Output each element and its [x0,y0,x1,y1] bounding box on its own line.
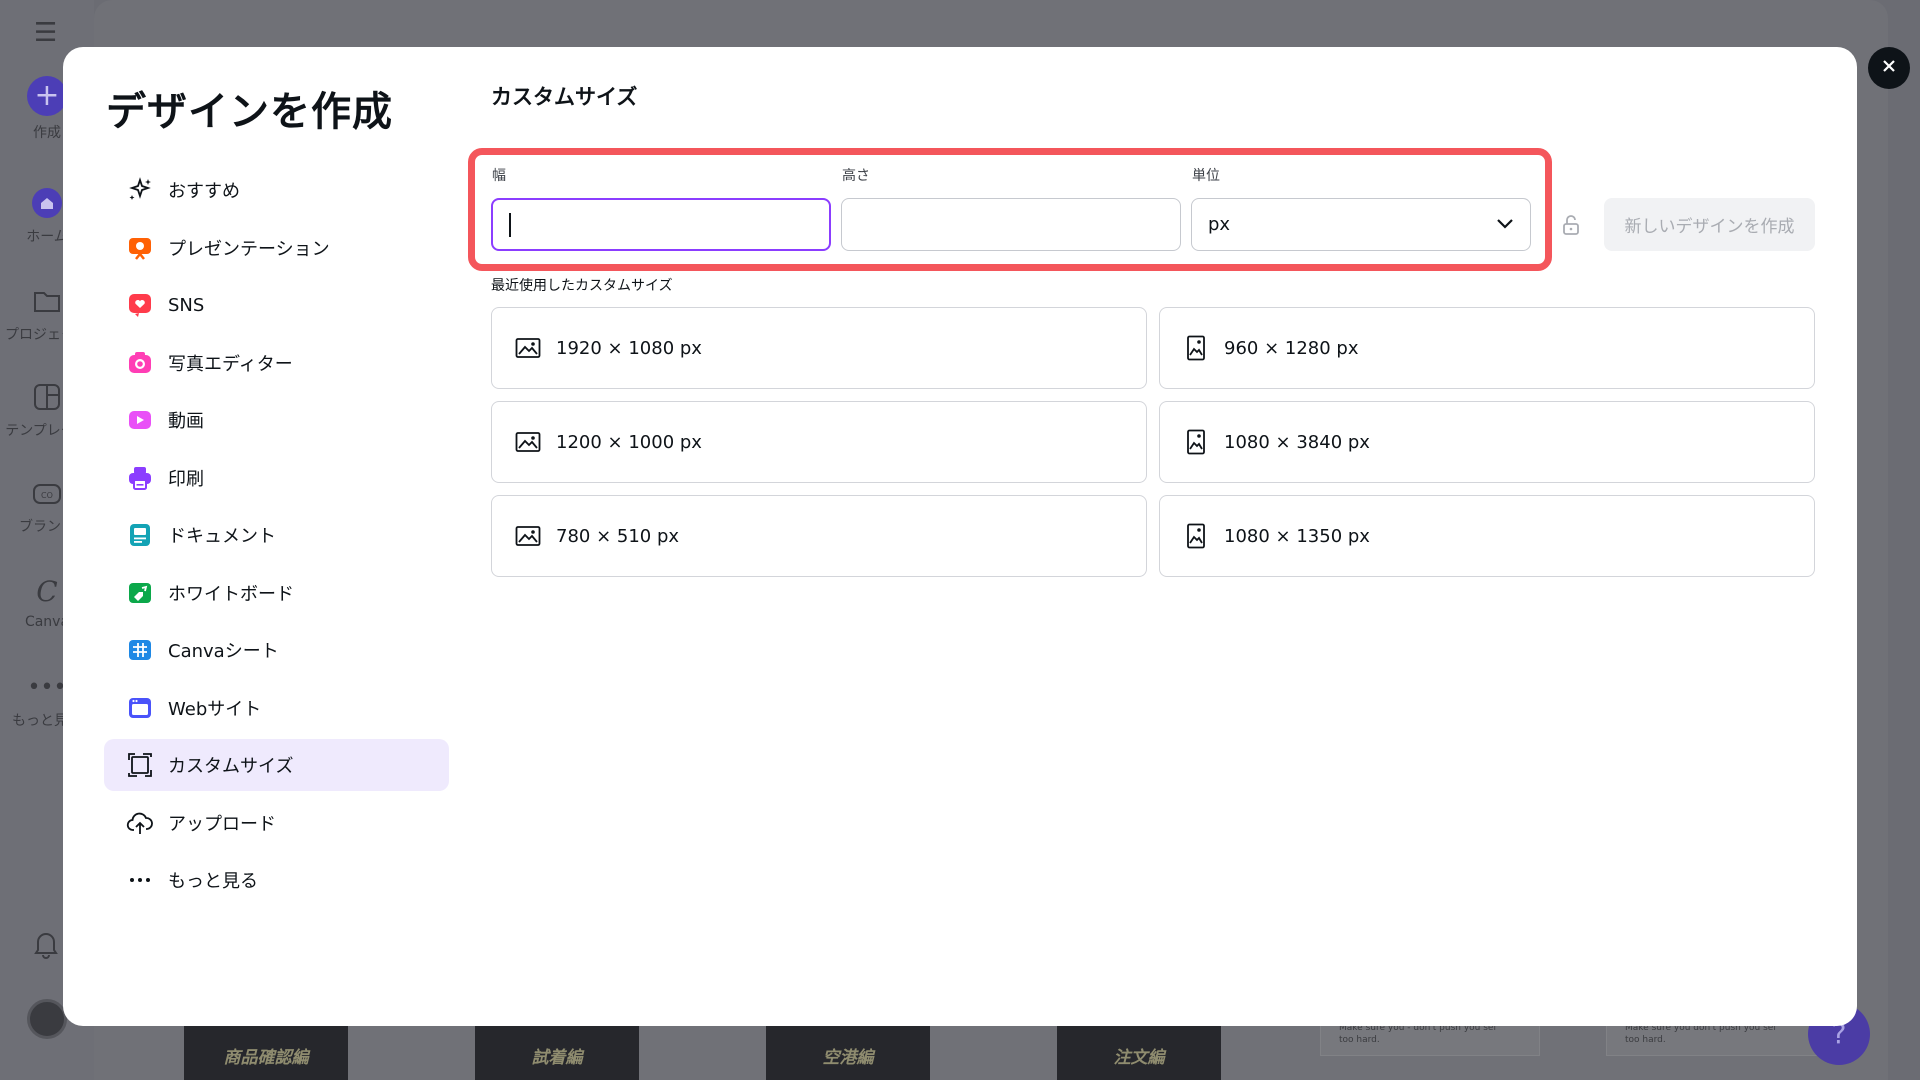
menu-item-upload[interactable]: アップロード [104,797,449,849]
sparkle-icon [126,176,154,204]
template-icon [30,380,64,414]
menu-item-label: ホワイトボード [168,583,294,605]
portrait-image-icon [1182,428,1210,456]
category-menu: おすすめ プレゼンテーション SNS 写真エディター 動画 印刷 ドキュメント … [104,164,449,912]
menu-item-label: 印刷 [168,468,204,490]
brand-icon: CO [30,476,64,510]
document-icon [126,521,154,549]
menu-item-whiteboard[interactable]: ホワイトボード [104,567,449,619]
menu-item-document[interactable]: ドキュメント [104,509,449,561]
bg-thumbnail: 商品確認編 [184,1025,348,1080]
menu-item-more[interactable]: もっと見る [104,854,449,906]
recent-size-card[interactable]: 1200 × 1000 px [491,401,1147,483]
menu-item-presentation[interactable]: プレゼンテーション [104,222,449,274]
menu-item-label: ドキュメント [168,526,276,547]
upload-icon [126,809,154,837]
recent-size-card[interactable]: 1080 × 3840 px [1159,401,1815,483]
recent-size-label: 1200 × 1000 px [556,431,702,453]
avatar [27,999,67,1039]
section-title: カスタムサイズ [491,85,638,109]
recent-size-card[interactable]: 1920 × 1080 px [491,307,1147,389]
more-icon: ••• [27,674,67,700]
folder-icon [30,284,64,318]
recent-size-label: 1080 × 3840 px [1224,431,1370,453]
bg-thumbnail: 注文編 [1057,1025,1221,1080]
whiteboard-icon [126,579,154,607]
menu-item-label: おすすめ [168,181,240,202]
portrait-image-icon [1182,522,1210,550]
bg-thumbnail: 試着編 [475,1025,639,1080]
recent-size-label: 780 × 510 px [556,525,680,547]
recent-sizes-grid: 1920 × 1080 px 960 × 1280 px 1200 × 1000… [491,307,1815,577]
modal-title: デザインを作成 [106,89,393,135]
width-input[interactable] [491,198,831,251]
menu-item-label: SNS [168,294,205,316]
menu-item-website[interactable]: Webサイト [104,682,449,734]
unit-select[interactable]: px [1191,198,1531,251]
recent-size-card[interactable]: 1080 × 1350 px [1159,495,1815,577]
website-icon [126,694,154,722]
menu-item-label: 写真エディター [168,353,293,375]
heart-icon [126,291,154,319]
chevron-down-icon [1496,214,1514,235]
custom-size-icon [126,751,154,779]
menu-item-label: 動画 [168,411,204,432]
bg-nav-label: ホーム [26,229,68,245]
create-new-design-button[interactable]: 新しいデザインを作成 [1604,198,1815,251]
close-button[interactable] [1868,47,1910,89]
more-icon [126,866,154,894]
recent-size-card[interactable]: 780 × 510 px [491,495,1147,577]
menu-item-label: プレゼンテーション [168,238,330,260]
recent-size-label: 960 × 1280 px [1224,337,1359,359]
svg-text:CO: CO [41,491,53,500]
plus-icon: + [27,76,67,116]
presentation-icon [126,234,154,262]
menu-item-sns[interactable]: SNS [104,279,449,331]
canva-icon: C [36,574,58,608]
menu-item-label: Webサイト [168,698,262,720]
video-icon [126,406,154,434]
menu-item-label: アップロード [168,813,276,835]
menu-item-recommended[interactable]: おすすめ [104,164,449,216]
height-input[interactable] [841,198,1181,251]
width-label: 幅 [492,168,506,184]
text-caret [509,212,511,237]
portrait-image-icon [1182,334,1210,362]
menu-item-video[interactable]: 動画 [104,394,449,446]
menu-item-custom-size[interactable]: カスタムサイズ [104,739,449,791]
landscape-image-icon [514,522,542,550]
printer-icon [126,464,154,492]
sheet-icon [126,636,154,664]
bell-icon [30,928,62,964]
unit-select-value: px [1208,214,1231,235]
recent-sizes-label: 最近使用したカスタムサイズ [491,278,673,294]
hamburger-menu-icon: ☰ [34,18,58,48]
unit-label: 単位 [1192,168,1220,184]
recent-size-card[interactable]: 960 × 1280 px [1159,307,1815,389]
landscape-image-icon [514,428,542,456]
aspect-lock-icon[interactable] [1560,212,1582,238]
camera-icon [126,349,154,377]
menu-item-label: Canvaシート [168,641,279,662]
menu-item-photo-editor[interactable]: 写真エディター [104,337,449,389]
bg-thumbnail: 空港編 [766,1025,930,1080]
create-design-modal: デザインを作成 おすすめ プレゼンテーション SNS 写真エディター 動画 印刷… [63,47,1857,1026]
menu-item-print[interactable]: 印刷 [104,452,449,504]
bg-nav-label: 作成 [33,125,61,141]
height-label: 高さ [842,168,870,184]
home-icon [30,186,64,220]
recent-size-label: 1080 × 1350 px [1224,525,1370,547]
menu-item-canva-sheet[interactable]: Canvaシート [104,624,449,676]
recent-size-label: 1920 × 1080 px [556,337,702,359]
menu-item-label: もっと見る [168,871,258,892]
close-icon [1881,58,1897,78]
menu-item-label: カスタムサイズ [168,756,294,777]
landscape-image-icon [514,334,542,362]
